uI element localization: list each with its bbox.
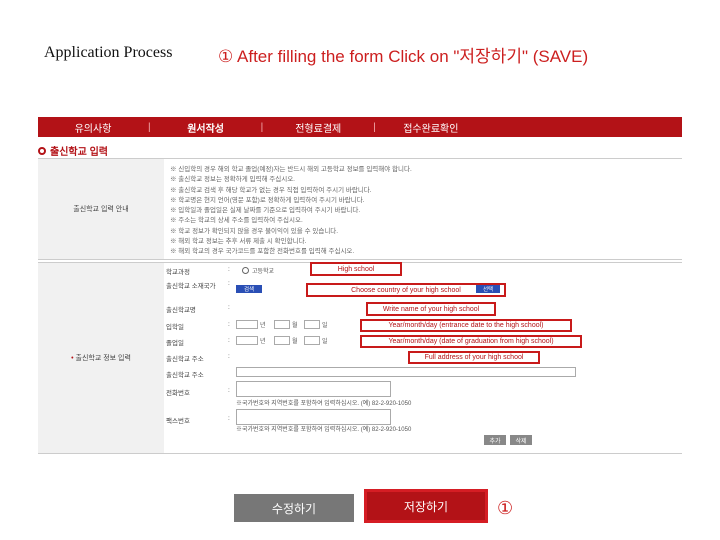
tab-application-form[interactable]: 원서작성 [151, 120, 261, 135]
colon: : [228, 321, 230, 328]
month-label: 월 [292, 339, 298, 345]
label-school-type: 학교과정 [166, 269, 190, 276]
colon: : [228, 266, 230, 273]
label-entrance-date: 입학일 [166, 324, 184, 331]
colon: : [228, 280, 230, 287]
note-item: ※ 입학일과 졸업일은 실제 날짜를 기준으로 입력하여 주시기 바랍니다. [170, 207, 361, 215]
note-item: ※ 학교 정보가 확인되지 않을 경우 불이익이 있을 수 있습니다. [170, 227, 339, 235]
form-section-label: • 출신학교 정보 입력 [38, 263, 164, 453]
fax-note: ※국가번호와 지역번호를 포함하여 입력하십시오. (예) 82-2-920-1… [236, 427, 412, 433]
label-graduation-date: 졸업일 [166, 340, 184, 347]
label-school-name: 출신학교명 [166, 307, 196, 314]
label-fax: 팩스번호 [166, 418, 190, 425]
highlight-school-type: High school [310, 262, 402, 276]
slide-title-left: Application Process [44, 44, 173, 61]
graduation-month-input[interactable] [274, 336, 290, 345]
bullet-circle-icon [38, 146, 46, 155]
note-item: ※ 주소는 학교의 상세 주소를 입력하여 주십시오. [170, 217, 303, 225]
colon: : [228, 387, 230, 394]
phone-input[interactable] [236, 381, 391, 397]
radio-high-school[interactable] [242, 267, 249, 274]
add-button[interactable]: 추가 [484, 435, 506, 445]
notes-box: 출신학교 입력 안내 ※ 신입학의 경우 해외 학교 졸업(예정)자는 반드시 … [38, 158, 682, 260]
highlight-graduation-date: Year/month/day (date of graduation from … [360, 335, 582, 348]
step-marker: ① [497, 498, 514, 518]
section-header: 출신학교 입력 [38, 143, 108, 158]
search-country-button[interactable]: 검색 [236, 285, 262, 293]
colon: : [228, 337, 230, 344]
highlight-entrance-date: Year/month/day (entrance date to the hig… [360, 319, 572, 332]
select-country-button[interactable]: 선택 [476, 285, 500, 293]
form-section-label-text: 출신학교 정보 입력 [75, 355, 131, 362]
tab-notice[interactable]: 유의사항 [38, 120, 148, 135]
graduation-year-input[interactable] [236, 336, 258, 345]
note-item: ※ 출신학교 검색 후 해당 학교가 없는 경우 직접 입력하여 주시기 바랍니… [170, 186, 372, 194]
colon: : [228, 353, 230, 360]
entrance-day-input[interactable] [304, 320, 320, 329]
edit-button[interactable]: 수정하기 [234, 494, 354, 522]
year-label: 년 [260, 323, 266, 329]
radio-label: 고등학교 [252, 269, 275, 275]
fax-input[interactable] [236, 409, 391, 425]
tab-fee-payment[interactable]: 전형료결제 [263, 120, 373, 135]
entrance-month-input[interactable] [274, 320, 290, 329]
year-label: 년 [260, 339, 266, 345]
colon: : [228, 415, 230, 422]
note-item: ※ 학교명은 현지 언어(영문 포함)로 정확하게 입력하여 주시기 바랍니다. [170, 196, 365, 204]
tab-completion-check[interactable]: 접수완료확인 [376, 120, 486, 135]
highlight-school-name[interactable]: Write name of your high school [366, 302, 496, 316]
notes-label: 출신학교 입력 안내 [38, 159, 164, 259]
day-label: 일 [322, 323, 328, 329]
note-item: ※ 해외 학교의 경우 국가코드를 포함한 전화번호를 입력해 주십시오. [170, 248, 355, 256]
note-item: ※ 출신학교 정보는 정확하게 입력해 주십시오. [170, 176, 295, 184]
note-item: ※ 신입학의 경우 해외 학교 졸업(예정)자는 반드시 해외 고등학교 정보를… [170, 166, 412, 173]
required-dot-icon: • [71, 354, 74, 362]
highlight-address[interactable]: Full address of your high school [408, 351, 540, 364]
day-label: 일 [322, 339, 328, 345]
label-address: 출신학교 주소 [166, 356, 204, 363]
colon: : [228, 304, 230, 311]
entrance-year-input[interactable] [236, 320, 258, 329]
notes-list: ※ 신입학의 경우 해외 학교 졸업(예정)자는 반드시 해외 고등학교 정보를… [170, 165, 675, 258]
month-label: 월 [292, 323, 298, 329]
delete-button[interactable]: 삭제 [510, 435, 532, 445]
phone-note: ※국가번호와 지역번호를 포함하여 입력하십시오. (예) 82-2-920-1… [236, 401, 412, 407]
label-country: 출신학교 소재국가 [166, 283, 216, 290]
graduation-day-input[interactable] [304, 336, 320, 345]
address-detail-input[interactable] [236, 367, 576, 377]
save-button[interactable]: 저장하기 [364, 489, 488, 523]
note-item: ※ 해외 학교 정보는 추후 서류 제출 시 확인합니다. [170, 238, 307, 246]
slide-title-right: ① After filling the form Click on "저장하기"… [218, 47, 589, 66]
label-address-detail: 출신학교 주소 [166, 372, 204, 379]
school-form-box: • 출신학교 정보 입력 학교과정 : 고등학교 High school 출신학… [38, 262, 682, 454]
section-title: 출신학교 입력 [50, 147, 108, 158]
step-navbar: 유의사항 | 원서작성 | 전형료결제 | 접수완료확인 [38, 117, 682, 137]
label-phone: 전화번호 [166, 390, 190, 397]
